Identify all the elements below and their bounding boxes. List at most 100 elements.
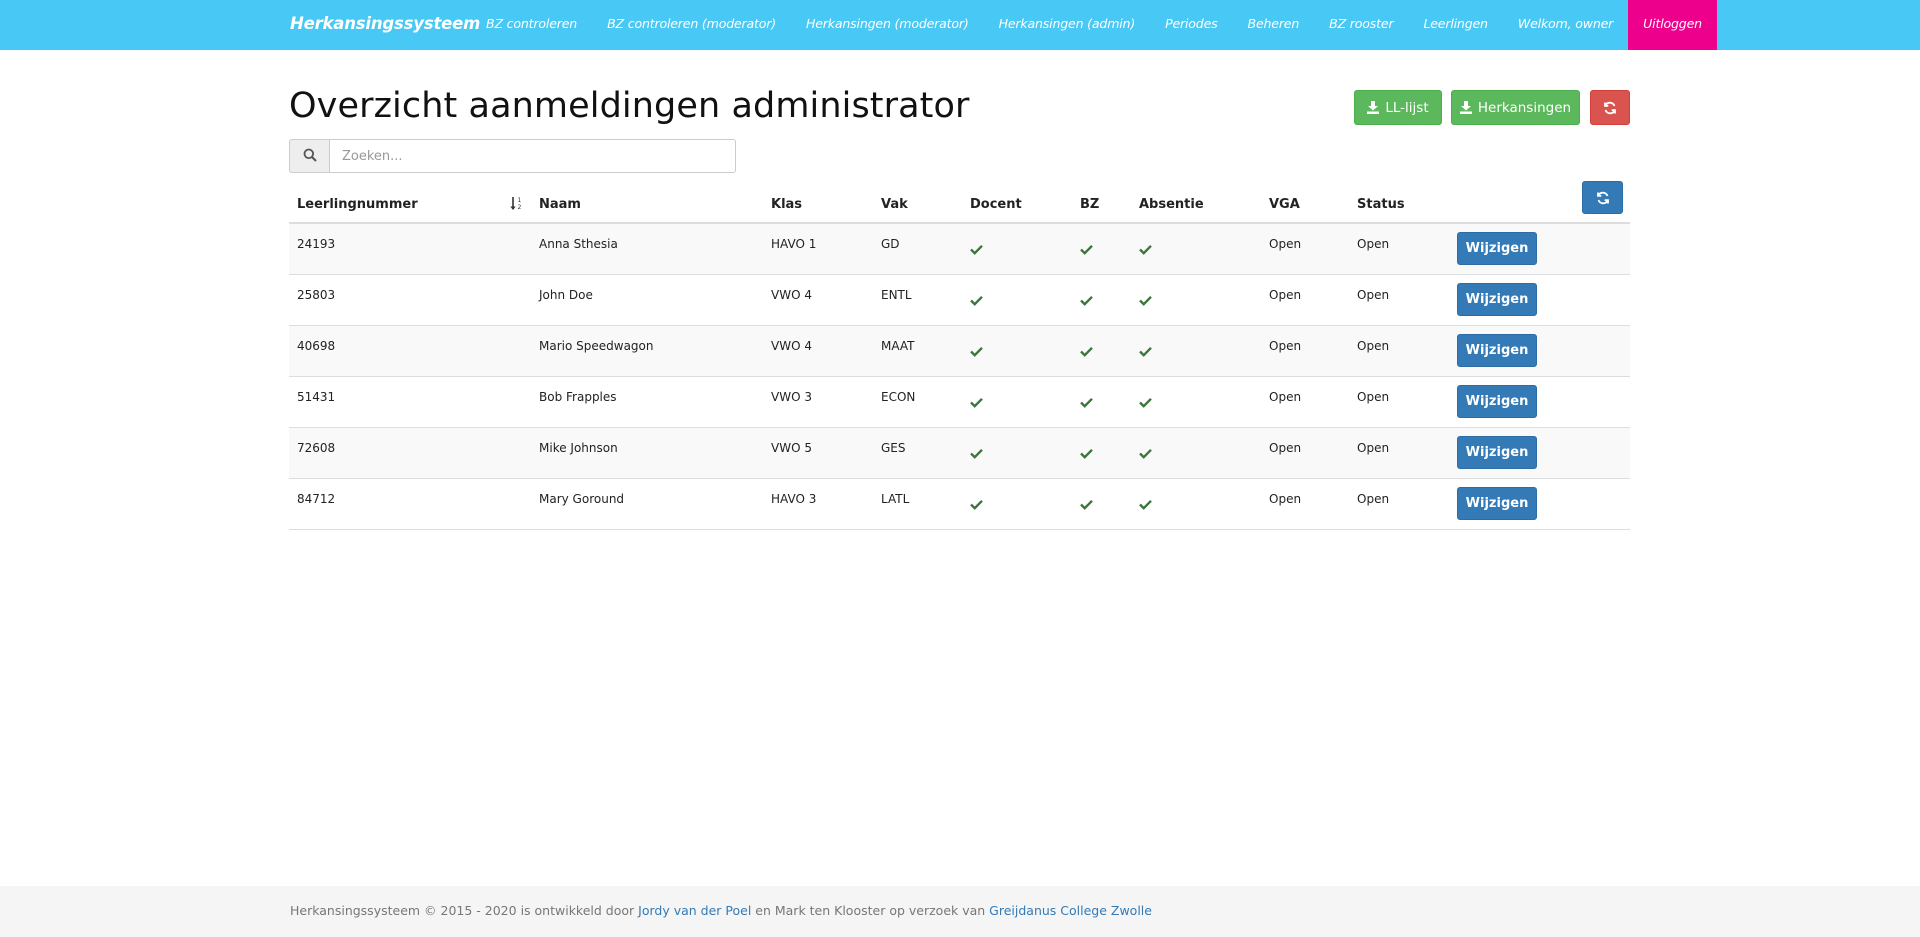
cell-status: Open — [1357, 441, 1390, 455]
search-addon — [289, 139, 329, 173]
cell-leerlingnummer: 24193 — [297, 237, 336, 251]
bz-check-icon — [1080, 240, 1093, 259]
footer-prefix: Herkansingssysteem © 2015 - 2020 is ontw… — [290, 903, 639, 918]
table-row: 40698 Mario Speedwagon VWO 4 MAAT Open O… — [289, 326, 1630, 377]
cell-vga: Open — [1269, 441, 1302, 455]
table-body: 24193 Anna Sthesia HAVO 1 GD Open Open W… — [289, 224, 1630, 530]
wijzigen-button[interactable]: Wijzigen — [1457, 436, 1537, 469]
bz-check-icon — [1080, 495, 1093, 514]
cell-vga: Open — [1269, 288, 1302, 302]
nav-menu: BZ controleren BZ controleren (moderator… — [471, 0, 1717, 50]
column-header-leerlingnummer[interactable]: Leerlingnummer — [297, 197, 418, 212]
absentie-check-icon — [1139, 342, 1152, 361]
cell-leerlingnummer: 25803 — [297, 288, 336, 302]
footer: Herkansingssysteem © 2015 - 2020 is ontw… — [0, 886, 1920, 937]
footer-link-author[interactable]: Jordy van der Poel — [638, 903, 751, 918]
cell-vga: Open — [1269, 237, 1302, 251]
column-header-vak[interactable]: Vak — [881, 197, 908, 212]
column-header-klas[interactable]: Klas — [771, 197, 802, 212]
wijzigen-button[interactable]: Wijzigen — [1457, 283, 1537, 316]
cell-leerlingnummer: 84712 — [297, 492, 336, 506]
cell-vak: GES — [881, 441, 906, 455]
footer-middle: en Mark ten Klooster op verzoek van — [751, 903, 990, 918]
cell-klas: HAVO 1 — [771, 237, 817, 251]
wijzigen-button[interactable]: Wijzigen — [1457, 385, 1537, 418]
cell-status: Open — [1357, 339, 1390, 353]
absentie-check-icon — [1139, 444, 1152, 463]
docent-check-icon — [970, 393, 983, 412]
bz-check-icon — [1080, 342, 1093, 361]
column-header-absentie[interactable]: Absentie — [1139, 197, 1204, 212]
search-icon — [303, 147, 317, 166]
nav-item-leerlingen[interactable]: Leerlingen — [1408, 0, 1502, 50]
search-input[interactable] — [329, 139, 736, 173]
cell-klas: HAVO 3 — [771, 492, 817, 506]
wijzigen-button[interactable]: Wijzigen — [1457, 232, 1537, 265]
herkansingen-download-button[interactable]: Herkansingen — [1451, 90, 1580, 125]
navbar: Herkansingssysteem BZ controleren BZ con… — [0, 0, 1920, 50]
docent-check-icon — [970, 444, 983, 463]
column-header-naam[interactable]: Naam — [539, 197, 581, 212]
nav-item-herkansingen-moderator[interactable]: Herkansingen (moderator) — [791, 0, 984, 50]
cell-status: Open — [1357, 288, 1390, 302]
ll-lijst-label: LL-lijst — [1385, 99, 1429, 116]
cell-status: Open — [1357, 492, 1390, 506]
search-group — [289, 139, 736, 173]
wijzigen-button[interactable]: Wijzigen — [1457, 334, 1537, 367]
cell-leerlingnummer: 40698 — [297, 339, 336, 353]
nav-item-herkansingen-admin[interactable]: Herkansingen (admin) — [984, 0, 1150, 50]
cell-naam: Mike Johnson — [539, 441, 618, 455]
cell-naam: John Doe — [539, 288, 593, 302]
column-header-docent[interactable]: Docent — [970, 197, 1022, 212]
docent-check-icon — [970, 495, 983, 514]
cell-klas: VWO 4 — [771, 288, 812, 302]
cell-naam: Mary Goround — [539, 492, 625, 506]
aanmeldingen-table: Leerlingnummer 12 Naam Klas Vak Docent B… — [289, 175, 1630, 530]
column-header-vga[interactable]: VGA — [1269, 197, 1300, 212]
ll-lijst-button[interactable]: LL-lijst — [1354, 90, 1442, 125]
cell-naam: Anna Sthesia — [539, 237, 618, 251]
cell-klas: VWO 4 — [771, 339, 812, 353]
nav-item-beheren[interactable]: Beheren — [1233, 0, 1315, 50]
bz-check-icon — [1080, 444, 1093, 463]
footer-text: Herkansingssysteem © 2015 - 2020 is ontw… — [290, 903, 1152, 918]
table-header: Leerlingnummer 12 Naam Klas Vak Docent B… — [289, 175, 1630, 224]
footer-link-school[interactable]: Greijdanus College Zwolle — [989, 903, 1152, 918]
nav-item-bz-controleren[interactable]: BZ controleren — [471, 0, 592, 50]
cell-vga: Open — [1269, 339, 1302, 353]
nav-item-bz-rooster[interactable]: BZ rooster — [1314, 0, 1408, 50]
cell-vga: Open — [1269, 390, 1302, 404]
brand-logo[interactable]: Herkansingssysteem — [290, 0, 480, 50]
column-header-status[interactable]: Status — [1357, 197, 1405, 212]
absentie-check-icon — [1139, 393, 1152, 412]
docent-check-icon — [970, 342, 983, 361]
nav-item-bz-controleren-moderator[interactable]: BZ controleren (moderator) — [592, 0, 791, 50]
cell-naam: Bob Frapples — [539, 390, 617, 404]
cell-klas: VWO 5 — [771, 441, 812, 455]
cell-vga: Open — [1269, 492, 1302, 506]
refresh-table-button[interactable] — [1582, 181, 1623, 214]
cell-vak: LATL — [881, 492, 910, 506]
nav-item-periodes[interactable]: Periodes — [1150, 0, 1232, 50]
page-title: Overzicht aanmeldingen administrator — [289, 86, 970, 126]
table-row: 25803 John Doe VWO 4 ENTL Open Open Wijz… — [289, 275, 1630, 326]
cell-leerlingnummer: 72608 — [297, 441, 336, 455]
wijzigen-button[interactable]: Wijzigen — [1457, 487, 1537, 520]
cell-naam: Mario Speedwagon — [539, 339, 654, 353]
svg-text:2: 2 — [518, 204, 522, 211]
docent-check-icon — [970, 291, 983, 310]
cell-vak: MAAT — [881, 339, 915, 353]
column-header-bz[interactable]: BZ — [1080, 197, 1099, 212]
sort-numeric-asc-icon[interactable]: 12 — [510, 196, 524, 215]
nav-item-welkom-user[interactable]: Welkom, owner — [1503, 0, 1628, 50]
table-row: 24193 Anna Sthesia HAVO 1 GD Open Open W… — [289, 224, 1630, 275]
absentie-check-icon — [1139, 495, 1152, 514]
cell-vak: GD — [881, 237, 900, 251]
cell-klas: VWO 3 — [771, 390, 812, 404]
absentie-check-icon — [1139, 240, 1152, 259]
docent-check-icon — [970, 240, 983, 259]
svg-text:1: 1 — [518, 197, 522, 204]
logout-button[interactable]: Uitloggen — [1628, 0, 1717, 50]
cell-vak: ENTL — [881, 288, 912, 302]
reset-button[interactable] — [1590, 90, 1630, 125]
